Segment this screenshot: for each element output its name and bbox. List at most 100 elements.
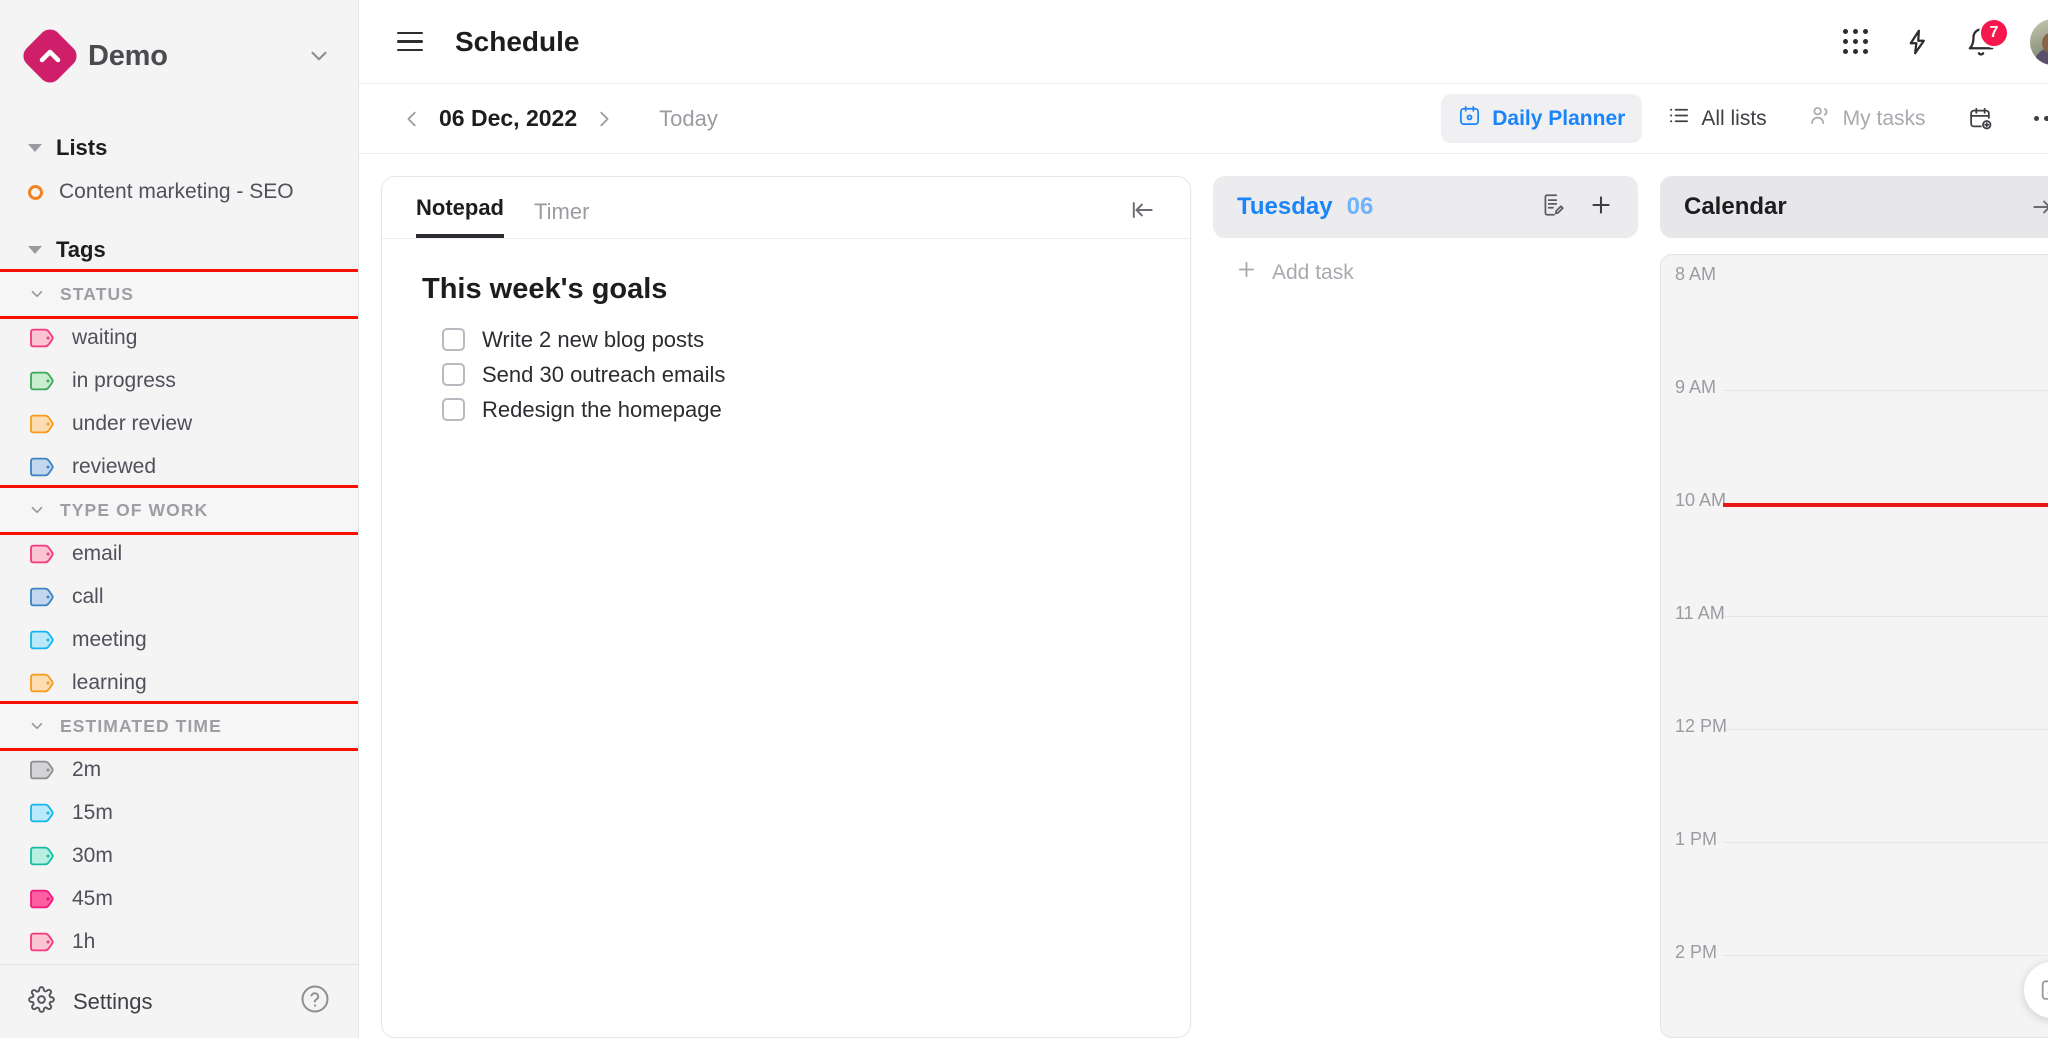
tag-group-header-estimated-time[interactable]: ESTIMATED TIME <box>0 701 358 751</box>
chevron-down-icon <box>28 717 46 735</box>
notepad-panel: Notepad Timer This week's goals Write 2 … <box>381 176 1191 1038</box>
sidebar-scroll[interactable]: Demo Lists Content marketing - SEO Tags <box>0 0 358 1038</box>
tag-group-label: TYPE OF WORK <box>60 499 209 520</box>
tab-label: My tasks <box>1842 106 1926 130</box>
grid-apps-icon[interactable] <box>1843 29 1868 54</box>
people-icon <box>1809 104 1832 133</box>
hour-label: 9 AM <box>1675 377 1717 397</box>
tag-item-meeting[interactable]: meeting <box>0 618 358 661</box>
calendar-title: Calendar <box>1684 193 1787 220</box>
tag-item-email[interactable]: email <box>0 532 358 575</box>
expand-right-icon[interactable] <box>2030 194 2048 220</box>
tag-label: waiting <box>72 325 138 349</box>
tag-item-15m[interactable]: 15m <box>0 791 358 834</box>
tab-all-lists[interactable]: All lists <box>1650 94 1783 143</box>
tag-icon <box>30 544 54 563</box>
plus-icon <box>1235 258 1258 287</box>
checklist-item[interactable]: Write 2 new blog posts <box>442 322 1150 357</box>
tab-timer[interactable]: Timer <box>534 199 589 238</box>
tag-icon <box>30 371 54 390</box>
section-lists[interactable]: Lists <box>0 126 358 170</box>
ellipsis-icon[interactable] <box>2018 102 2048 136</box>
workspace-brand[interactable]: Demo <box>0 0 358 112</box>
settings-label[interactable]: Settings <box>73 989 153 1015</box>
date-toolbar: 06 Dec, 2022 Today Daily Planner All lis… <box>359 84 2048 154</box>
tag-item-45m[interactable]: 45m <box>0 877 358 920</box>
add-task-button[interactable]: Add task <box>1213 238 1638 307</box>
triangle-down-icon <box>28 144 42 152</box>
chevron-left-icon[interactable] <box>391 102 433 136</box>
hour-label: 12 PM <box>1675 716 1728 736</box>
lightning-bolt-icon[interactable] <box>1902 27 1932 57</box>
tag-label: in progress <box>72 368 176 392</box>
plus-icon[interactable] <box>1588 192 1614 223</box>
tag-group-header-type-of-work[interactable]: TYPE OF WORK <box>0 485 358 535</box>
tag-item-in-progress[interactable]: in progress <box>0 359 358 402</box>
chevron-down-icon[interactable] <box>306 43 332 69</box>
add-task-label: Add task <box>1272 260 1354 284</box>
hour-label: 10 AM <box>1675 490 1727 510</box>
tag-label: meeting <box>72 627 147 651</box>
tab-daily-planner[interactable]: Daily Planner <box>1441 94 1643 143</box>
tag-label: 45m <box>72 886 113 910</box>
tab-notepad[interactable]: Notepad <box>416 195 504 238</box>
checkbox-icon[interactable] <box>442 398 465 421</box>
tag-icon <box>30 414 54 433</box>
tag-label: 2m <box>72 757 102 781</box>
tag-icon <box>30 932 54 951</box>
main-area: Schedule 7 06 Dec, 2022 Today Daily Plan… <box>359 0 2048 1038</box>
checkbox-icon[interactable] <box>442 328 465 351</box>
tag-icon <box>30 457 54 476</box>
sidebar-item-content-marketing-seo[interactable]: Content marketing - SEO <box>0 170 358 214</box>
tag-group-header-status[interactable]: STATUS <box>0 269 358 319</box>
bell-icon[interactable]: 7 <box>1966 17 2009 57</box>
checklist-item[interactable]: Redesign the homepage <box>442 392 1150 427</box>
help-circle-icon[interactable] <box>300 984 330 1019</box>
tag-item-1h[interactable]: 1h <box>0 920 358 963</box>
hamburger-icon[interactable] <box>391 26 429 58</box>
hour-label: 8 AM <box>1675 264 1717 284</box>
tag-icon <box>30 673 54 692</box>
top-header: Schedule 7 <box>359 0 2048 84</box>
note-edit-icon[interactable] <box>1540 192 1566 223</box>
calendar-hours-grid[interactable]: 8 AM 9 AM 10 AM 11 AM 12 PM 1 PM 2 PM <box>1660 254 2048 1038</box>
tag-label: 1h <box>72 929 96 953</box>
tag-label: reviewed <box>72 454 157 478</box>
collapse-left-icon[interactable] <box>1130 197 1156 238</box>
tag-label: 30m <box>72 843 113 867</box>
tag-item-2m[interactable]: 2m <box>0 748 358 791</box>
calendar-day-icon <box>1458 104 1481 133</box>
today-button[interactable]: Today <box>659 106 718 132</box>
sidebar: Demo Lists Content marketing - SEO Tags <box>0 0 359 1038</box>
avatar[interactable] <box>2030 18 2048 65</box>
checkbox-icon[interactable] <box>442 363 465 386</box>
hour-line <box>1723 955 2048 956</box>
current-time-indicator <box>1723 503 2048 507</box>
gear-icon[interactable] <box>28 985 55 1018</box>
calendar-plus-icon[interactable] <box>1951 96 2010 141</box>
tag-icon <box>30 889 54 908</box>
tag-item-waiting[interactable]: waiting <box>0 316 358 359</box>
tab-label: Daily Planner <box>1492 106 1626 130</box>
workspace-name: Demo <box>88 39 168 72</box>
chevron-down-icon <box>28 285 46 303</box>
notification-badge: 7 <box>1979 17 2009 48</box>
tag-item-call[interactable]: call <box>0 575 358 618</box>
section-tags[interactable]: Tags <box>0 228 358 272</box>
chevron-right-icon[interactable] <box>583 102 625 136</box>
hour-line <box>1723 842 2048 843</box>
tag-group-label: ESTIMATED TIME <box>60 715 222 736</box>
notepad-body[interactable]: This week's goals Write 2 new blog posts… <box>382 239 1190 461</box>
tag-item-reviewed[interactable]: reviewed <box>0 445 358 488</box>
hour-label: 11 AM <box>1675 603 1725 623</box>
tab-my-tasks[interactable]: My tasks <box>1792 94 1943 143</box>
tag-label: under review <box>72 411 193 435</box>
tag-item-30m[interactable]: 30m <box>0 834 358 877</box>
tag-item-learning[interactable]: learning <box>0 661 358 704</box>
checklist-item[interactable]: Send 30 outreach emails <box>442 357 1150 392</box>
notepad-tabs: Notepad Timer <box>382 177 1190 239</box>
tag-item-under-review[interactable]: under review <box>0 402 358 445</box>
chevron-down-icon <box>28 501 46 519</box>
calendar-panel-header: Calendar <box>1660 176 2048 238</box>
current-date-label[interactable]: 06 Dec, 2022 <box>433 105 583 132</box>
